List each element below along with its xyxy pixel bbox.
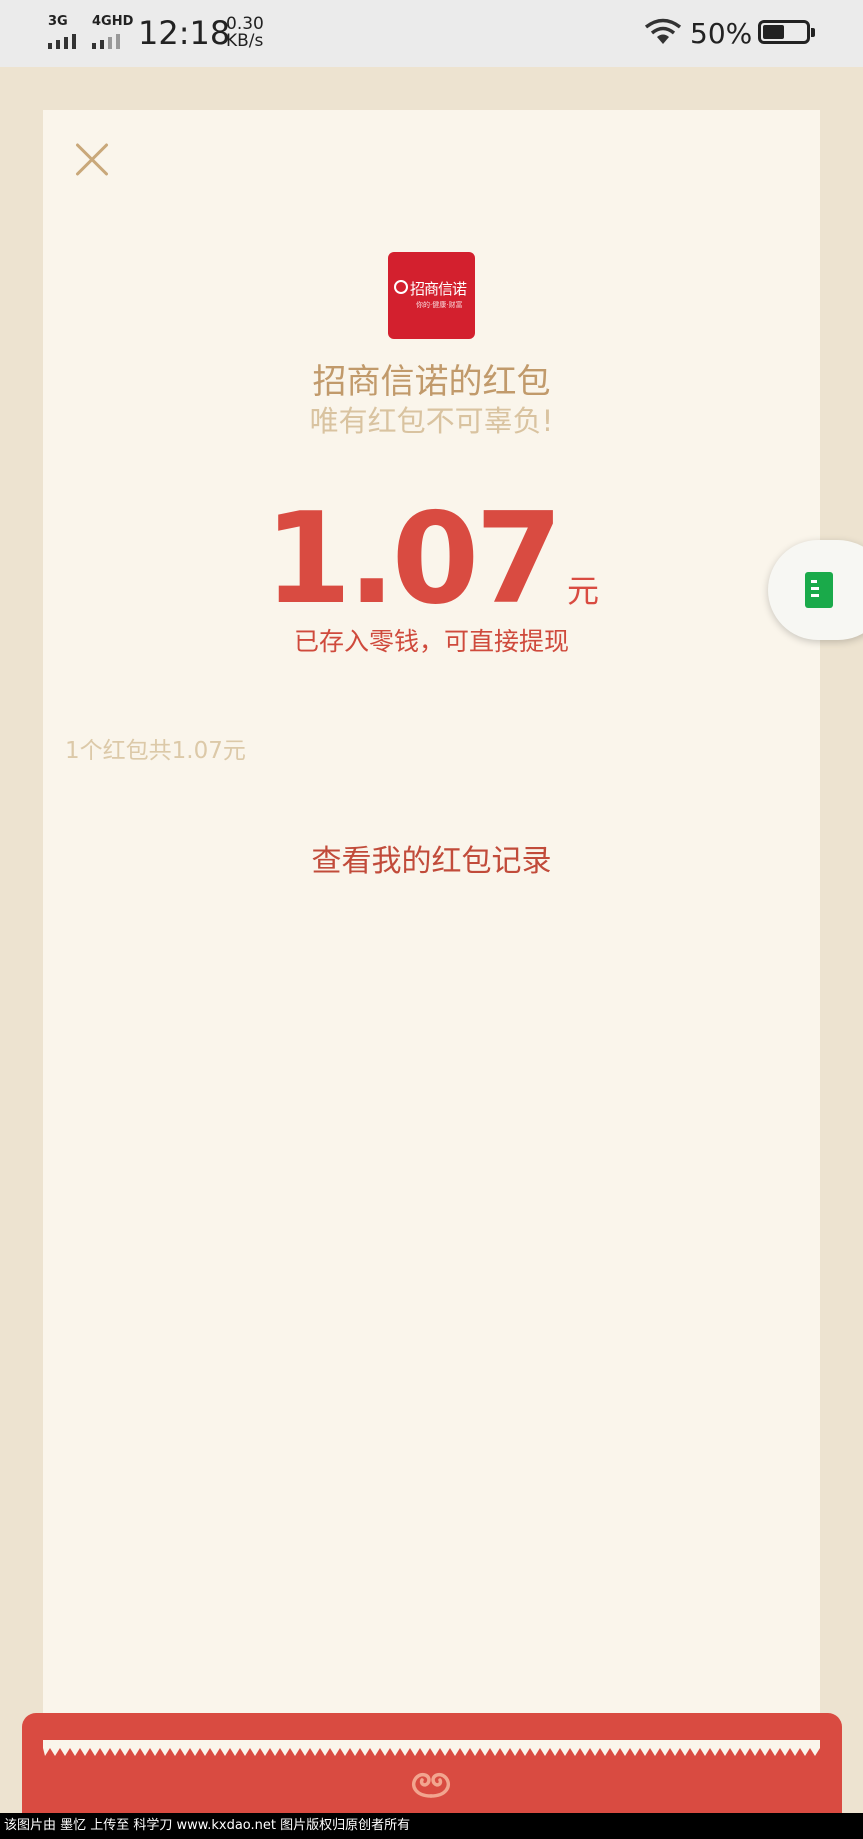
battery-icon [758,20,815,44]
amount-unit: 元 [566,572,599,610]
wish-text: 唯有红包不可辜负! [309,404,554,438]
logo-text: 招商信诺 [410,280,467,298]
close-icon[interactable] [74,142,110,178]
view-records-link[interactable]: 查看我的红包记录 [0,836,863,880]
amount-value: 1.07 [264,485,563,632]
sender-name: 招商信诺的红包 [312,362,551,402]
sender-logo: 招商信诺 你的·健康·财富 [388,252,475,339]
sim2-label: 4GHD [92,14,134,29]
speed-unit: KB/s [226,31,264,51]
logo-subtext: 你的·健康·财富 [416,301,463,309]
sim1-label: 3G [48,14,68,29]
total-summary: 1个红包共1.07元 [65,738,246,764]
envelope-zigzag-edge [43,1740,820,1756]
amount-display: 1.07 元 [0,485,863,632]
wifi-icon [644,18,682,44]
saved-note[interactable]: 已存入零钱，可直接提现 [0,622,863,658]
note-doc-icon [805,572,833,608]
floating-note-button[interactable] [768,540,863,640]
swirl-icon [411,1772,451,1798]
status-bar: 3G 4GHD 12:18 0.30 KB/s 50% [0,0,863,67]
network-speed: 0.30 KB/s [226,16,264,50]
clock: 12:18 [138,14,231,52]
logo-mark-icon [394,280,408,294]
watermark-footer: 该图片由 墨忆 上传至 科学刀 www.kxdao.net 图片版权归原创者所有 [0,1813,863,1839]
battery-percent: 50% [690,17,753,50]
